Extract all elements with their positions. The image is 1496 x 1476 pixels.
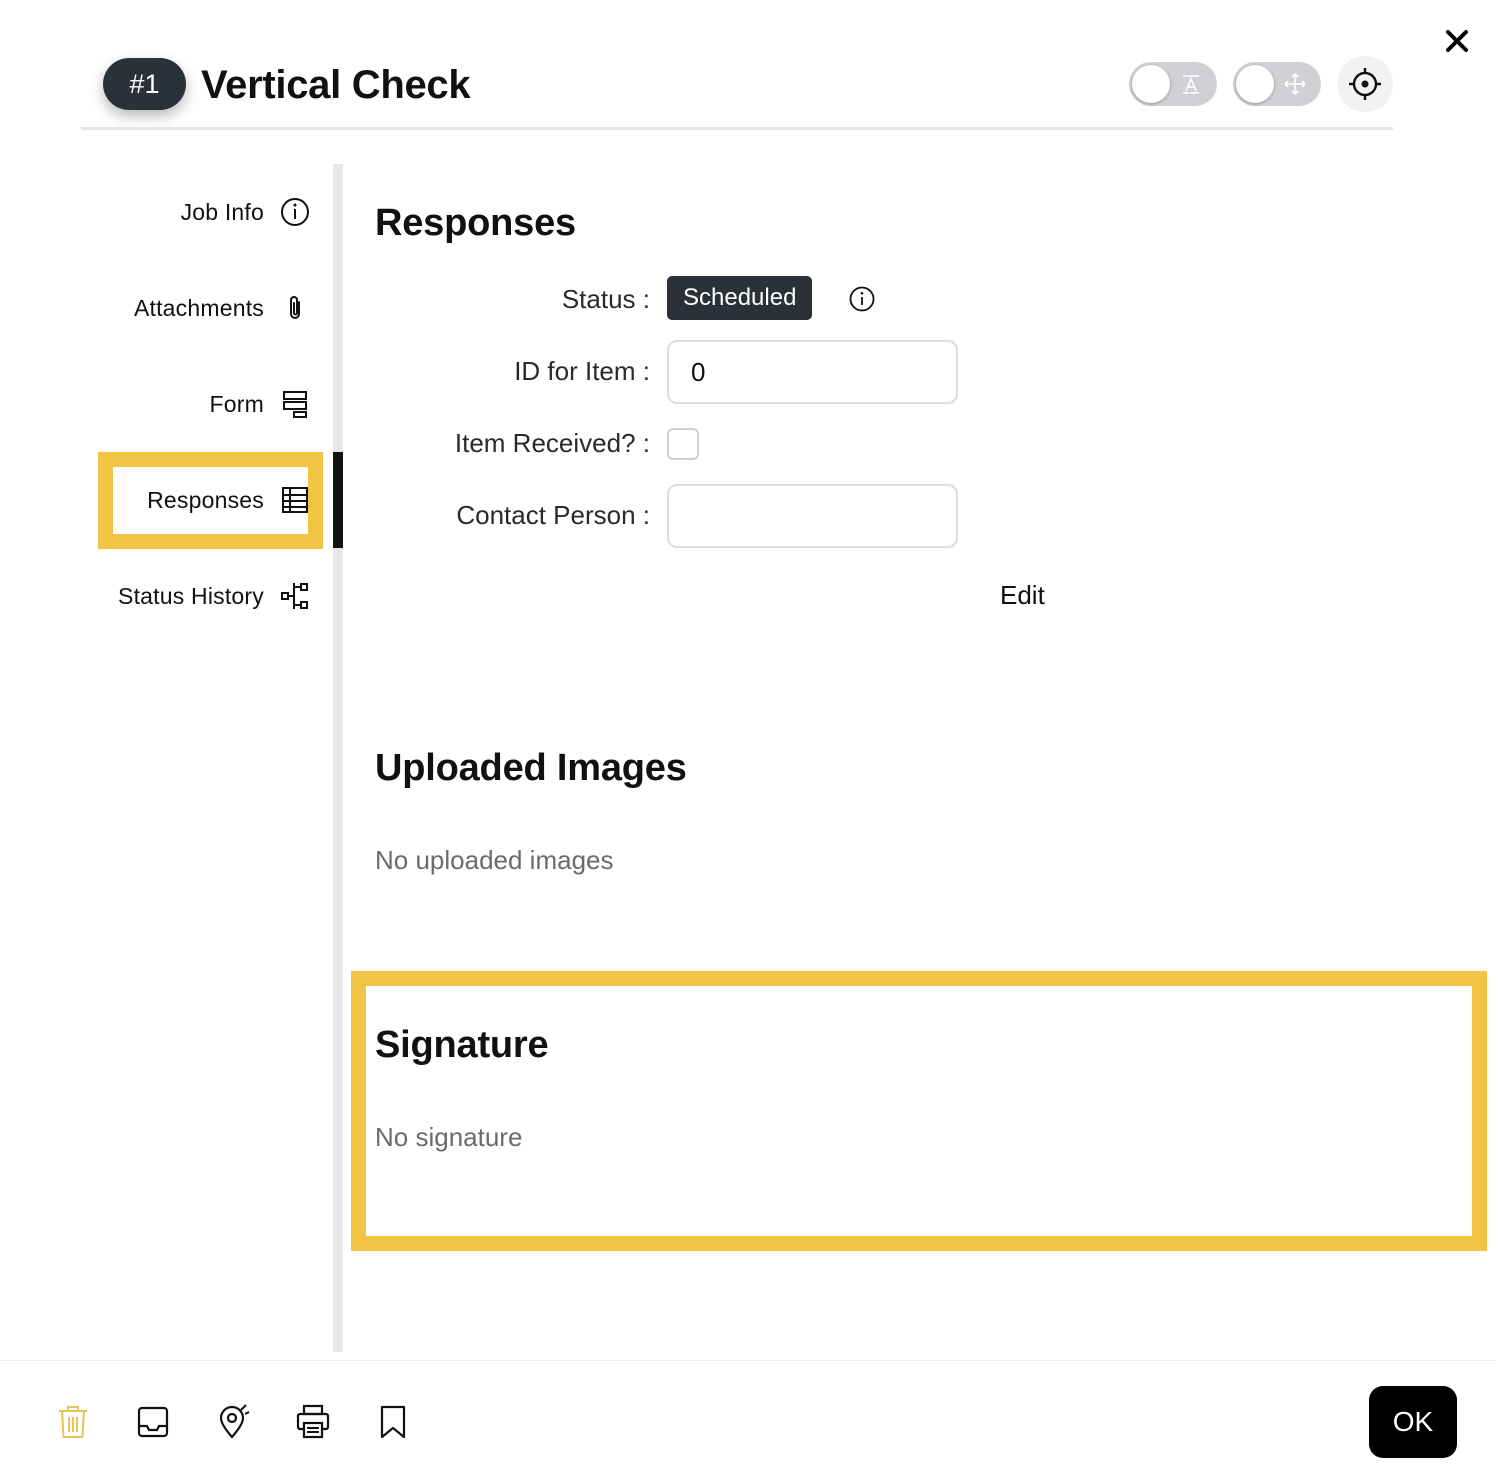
uploaded-images-empty: No uploaded images (375, 845, 614, 875)
text-mode-toggle[interactable] (1129, 62, 1217, 106)
header-divider (81, 127, 1393, 130)
contact-person-label: Contact Person : (456, 500, 650, 530)
bookmark-button[interactable] (373, 1402, 413, 1442)
move-arrows-icon (1284, 73, 1306, 95)
close-icon (1446, 30, 1468, 52)
archive-button[interactable] (133, 1402, 173, 1442)
sidebar-item-label: Status History (118, 582, 264, 609)
signature-highlight (351, 971, 1487, 1251)
sidebar-item-responses[interactable]: Responses (147, 480, 310, 520)
signature-heading: Signature (375, 1024, 549, 1066)
job-number-badge: #1 (103, 58, 186, 110)
paperclip-icon (280, 293, 310, 323)
page-title: Vertical Check (201, 63, 471, 107)
inbox-icon (137, 1406, 169, 1438)
status-label: Status : (561, 284, 650, 314)
close-button[interactable] (1440, 24, 1474, 58)
sidebar-item-attachments[interactable]: Attachments (134, 288, 310, 328)
locate-button[interactable] (1337, 56, 1393, 112)
location-button[interactable] (213, 1402, 253, 1442)
info-icon (280, 197, 310, 227)
edit-button[interactable]: Edit (1000, 580, 1045, 611)
sidebar-item-status-history[interactable]: Status History (118, 576, 310, 616)
sidebar-item-job-info[interactable]: Job Info (181, 192, 310, 232)
id-for-item-field[interactable]: 0 (667, 340, 958, 404)
map-pin-icon (219, 1404, 250, 1439)
status-badge: Scheduled (667, 276, 813, 320)
toggle-knob (1132, 65, 1170, 103)
text-format-icon (1183, 75, 1199, 94)
move-mode-toggle[interactable] (1233, 62, 1321, 106)
footer-divider (0, 1360, 1496, 1361)
contact-person-field[interactable] (667, 484, 958, 548)
bookmark-icon (380, 1405, 406, 1439)
sidebar-item-label: Job Info (180, 198, 264, 225)
sidebar-item-form[interactable]: Form (210, 384, 310, 424)
hierarchy-icon (280, 581, 310, 611)
status-info-icon[interactable] (848, 285, 876, 313)
signature-empty: No signature (375, 1122, 523, 1152)
item-received-label: Item Received? : (454, 428, 650, 458)
form-icon (280, 389, 310, 419)
sidebar-scrollbar (333, 164, 343, 1352)
active-nav-indicator (333, 452, 343, 548)
trash-icon (59, 1406, 87, 1438)
sidebar-item-label: Attachments (133, 294, 264, 321)
item-received-checkbox[interactable] (667, 428, 699, 460)
uploaded-images-heading: Uploaded Images (375, 747, 687, 789)
crosshair-icon (1349, 68, 1381, 100)
responses-heading: Responses (375, 202, 576, 244)
ok-button[interactable]: OK (1369, 1386, 1457, 1458)
sidebar-item-label: Form (209, 390, 264, 417)
table-icon (280, 485, 310, 515)
printer-icon (296, 1404, 330, 1439)
delete-button[interactable] (53, 1402, 93, 1442)
toggle-knob (1236, 65, 1274, 103)
sidebar-item-label: Responses (147, 486, 264, 513)
print-button[interactable] (293, 1402, 333, 1442)
id-for-item-label: ID for Item : (514, 356, 650, 386)
